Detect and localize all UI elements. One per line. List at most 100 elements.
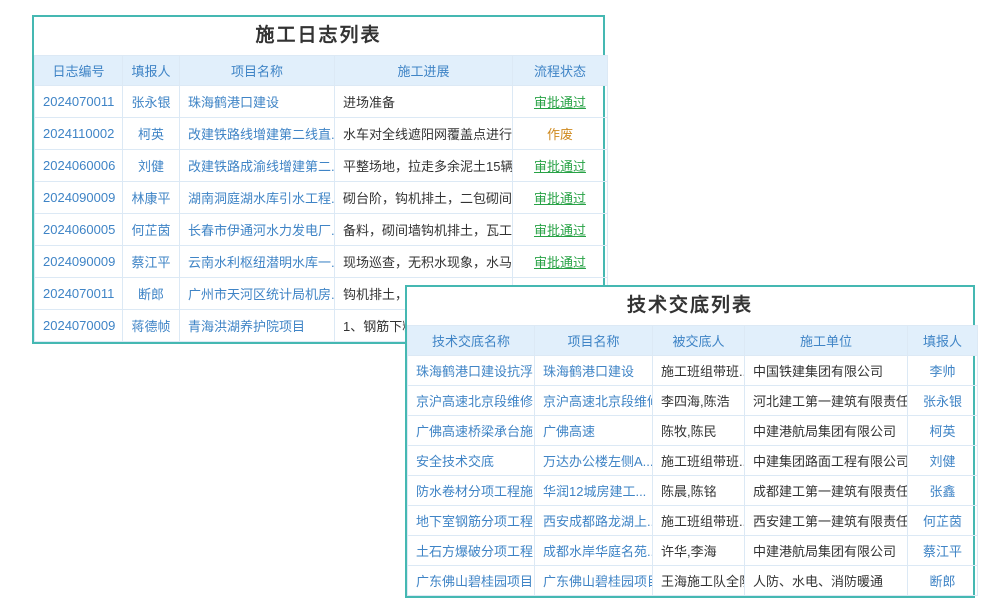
briefed-text: 王海施工队全队 — [653, 566, 745, 596]
disclosure-panel-title: 技术交底列表 — [407, 287, 973, 325]
unit-text: 中国铁建集团有限公司 — [745, 356, 908, 386]
log-id-link[interactable]: 2024070009 — [35, 310, 123, 342]
status-link[interactable]: 审批通过 — [513, 214, 608, 246]
table-row: 2024110002 柯英 改建铁路线增建第二线直... 水车对全线遮阳网覆盖点… — [35, 118, 608, 150]
project-link[interactable]: 改建铁路成渝线增建第二... — [180, 150, 335, 182]
project-link[interactable]: 广东佛山碧桂园项目 — [535, 566, 653, 596]
log-id-link[interactable]: 2024060006 — [35, 150, 123, 182]
column-header-project: 项目名称 — [535, 326, 653, 356]
progress-text: 平整场地，拉走多余泥土15辆... — [335, 150, 513, 182]
project-link[interactable]: 珠海鹤港口建设 — [180, 86, 335, 118]
log-id-link[interactable]: 2024070011 — [35, 278, 123, 310]
column-header-status: 流程状态 — [513, 56, 608, 86]
reporter-link[interactable]: 何芷茵 — [908, 506, 978, 536]
reporter-link[interactable]: 李帅 — [908, 356, 978, 386]
progress-text: 进场准备 — [335, 86, 513, 118]
status-link[interactable]: 审批通过 — [513, 86, 608, 118]
log-id-link[interactable]: 2024110002 — [35, 118, 123, 150]
disclosure-name-link[interactable]: 安全技术交底 — [408, 446, 535, 476]
briefed-text: 施工班组带班... — [653, 356, 745, 386]
progress-text: 水车对全线遮阳网覆盖点进行... — [335, 118, 513, 150]
table-row: 2024070011 张永银 珠海鹤港口建设 进场准备 审批通过 — [35, 86, 608, 118]
log-header-row: 日志编号 填报人 项目名称 施工进展 流程状态 — [35, 56, 608, 86]
status-link[interactable]: 审批通过 — [513, 246, 608, 278]
reporter-link[interactable]: 柯英 — [908, 416, 978, 446]
reporter-link[interactable]: 林康平 — [123, 182, 180, 214]
column-header-reporter: 填报人 — [908, 326, 978, 356]
disclosure-name-link[interactable]: 防水卷材分项工程施... — [408, 476, 535, 506]
project-link[interactable]: 青海洪湖养护院项目 — [180, 310, 335, 342]
project-link[interactable]: 改建铁路线增建第二线直... — [180, 118, 335, 150]
disclosure-name-link[interactable]: 广东佛山碧桂园项目... — [408, 566, 535, 596]
disclosure-name-link[interactable]: 珠海鹤港口建设抗浮... — [408, 356, 535, 386]
column-header-briefed: 被交底人 — [653, 326, 745, 356]
reporter-link[interactable]: 张永银 — [123, 86, 180, 118]
table-row: 土石方爆破分项工程... 成都水岸华庭名苑... 许华,李海 中建港航局集团有限… — [408, 536, 978, 566]
progress-text: 砌台阶，钩机排土，二包砌间... — [335, 182, 513, 214]
reporter-link[interactable]: 何芷茵 — [123, 214, 180, 246]
status-link[interactable]: 审批通过 — [513, 150, 608, 182]
log-id-link[interactable]: 2024090009 — [35, 246, 123, 278]
table-row: 珠海鹤港口建设抗浮... 珠海鹤港口建设 施工班组带班... 中国铁建集团有限公… — [408, 356, 978, 386]
status-link[interactable]: 作废 — [513, 118, 608, 150]
disclosure-name-link[interactable]: 广佛高速桥梁承台施... — [408, 416, 535, 446]
column-header-unit: 施工单位 — [745, 326, 908, 356]
log-id-link[interactable]: 2024090009 — [35, 182, 123, 214]
progress-text: 备料，砌间墙钩机排土，瓦工... — [335, 214, 513, 246]
briefed-text: 许华,李海 — [653, 536, 745, 566]
project-link[interactable]: 长春市伊通河水力发电厂... — [180, 214, 335, 246]
reporter-link[interactable]: 蔡江平 — [123, 246, 180, 278]
status-link[interactable]: 审批通过 — [513, 182, 608, 214]
project-link[interactable]: 珠海鹤港口建设 — [535, 356, 653, 386]
table-row: 广东佛山碧桂园项目... 广东佛山碧桂园项目 王海施工队全队 人防、水电、消防暖… — [408, 566, 978, 596]
project-link[interactable]: 华润12城房建工... — [535, 476, 653, 506]
unit-text: 成都建工第一建筑有限责任公司 — [745, 476, 908, 506]
project-link[interactable]: 云南水利枢纽潜明水库一... — [180, 246, 335, 278]
column-header-reporter: 填报人 — [123, 56, 180, 86]
unit-text: 西安建工第一建筑有限责任公司 — [745, 506, 908, 536]
reporter-link[interactable]: 断郎 — [908, 566, 978, 596]
column-header-disclosure-name: 技术交底名称 — [408, 326, 535, 356]
table-row: 安全技术交底 万达办公楼左侧A... 施工班组带班... 中建集团路面工程有限公… — [408, 446, 978, 476]
project-link[interactable]: 湖南洞庭湖水库引水工程... — [180, 182, 335, 214]
unit-text: 人防、水电、消防暖通 — [745, 566, 908, 596]
reporter-link[interactable]: 张鑫 — [908, 476, 978, 506]
column-header-progress: 施工进展 — [335, 56, 513, 86]
table-row: 广佛高速桥梁承台施... 广佛高速 陈牧,陈民 中建港航局集团有限公司 柯英 — [408, 416, 978, 446]
log-id-link[interactable]: 2024060005 — [35, 214, 123, 246]
table-row: 2024090009 林康平 湖南洞庭湖水库引水工程... 砌台阶，钩机排土，二… — [35, 182, 608, 214]
project-link[interactable]: 西安成都路龙湖上... — [535, 506, 653, 536]
reporter-link[interactable]: 蔡江平 — [908, 536, 978, 566]
briefed-text: 陈晨,陈铭 — [653, 476, 745, 506]
table-row: 2024090009 蔡江平 云南水利枢纽潜明水库一... 现场巡查，无积水现象… — [35, 246, 608, 278]
reporter-link[interactable]: 断郎 — [123, 278, 180, 310]
project-link[interactable]: 广佛高速 — [535, 416, 653, 446]
disclosure-name-link[interactable]: 地下室钢筋分项工程... — [408, 506, 535, 536]
reporter-link[interactable]: 张永银 — [908, 386, 978, 416]
briefed-text: 施工班组带班... — [653, 446, 745, 476]
project-link[interactable]: 成都水岸华庭名苑... — [535, 536, 653, 566]
disclosure-table: 技术交底名称 项目名称 被交底人 施工单位 填报人 珠海鹤港口建设抗浮... 珠… — [407, 325, 978, 596]
unit-text: 中建港航局集团有限公司 — [745, 416, 908, 446]
disclosure-name-link[interactable]: 土石方爆破分项工程... — [408, 536, 535, 566]
unit-text: 河北建工第一建筑有限责任公司 — [745, 386, 908, 416]
disclosure-header-row: 技术交底名称 项目名称 被交底人 施工单位 填报人 — [408, 326, 978, 356]
progress-text: 现场巡查，无积水现象，水马... — [335, 246, 513, 278]
column-header-log-id: 日志编号 — [35, 56, 123, 86]
unit-text: 中建港航局集团有限公司 — [745, 536, 908, 566]
reporter-link[interactable]: 刘健 — [908, 446, 978, 476]
table-row: 京沪高速北京段维修... 京沪高速北京段维修 李四海,陈浩 河北建工第一建筑有限… — [408, 386, 978, 416]
table-row: 2024060005 何芷茵 长春市伊通河水力发电厂... 备料，砌间墙钩机排土… — [35, 214, 608, 246]
project-link[interactable]: 京沪高速北京段维修 — [535, 386, 653, 416]
table-row: 地下室钢筋分项工程... 西安成都路龙湖上... 施工班组带班... 西安建工第… — [408, 506, 978, 536]
table-row: 2024060006 刘健 改建铁路成渝线增建第二... 平整场地，拉走多余泥土… — [35, 150, 608, 182]
log-id-link[interactable]: 2024070011 — [35, 86, 123, 118]
reporter-link[interactable]: 蒋德帧 — [123, 310, 180, 342]
disclosure-name-link[interactable]: 京沪高速北京段维修... — [408, 386, 535, 416]
log-panel-title: 施工日志列表 — [34, 17, 603, 55]
project-link[interactable]: 万达办公楼左侧A... — [535, 446, 653, 476]
project-link[interactable]: 广州市天河区统计局机房... — [180, 278, 335, 310]
reporter-link[interactable]: 柯英 — [123, 118, 180, 150]
reporter-link[interactable]: 刘健 — [123, 150, 180, 182]
briefed-text: 陈牧,陈民 — [653, 416, 745, 446]
